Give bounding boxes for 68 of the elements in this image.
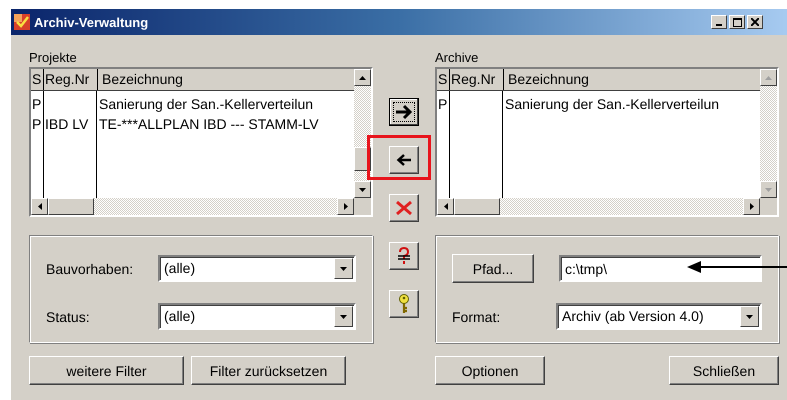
table-cell-text: P (31, 95, 42, 114)
move-right-button[interactable] (389, 98, 419, 126)
scroll-left-button[interactable] (31, 198, 48, 215)
arrow-right-icon (393, 102, 415, 122)
scroll-right-button[interactable] (743, 198, 760, 215)
triangle-up-icon (358, 74, 367, 80)
triangle-left-icon (36, 202, 42, 211)
dropdown[interactable]: Archiv (ab Version 4.0) (556, 303, 762, 330)
scroll-thumb[interactable] (48, 198, 94, 215)
maximize-icon (732, 18, 742, 26)
table-cell-text: IBD LV (44, 115, 90, 134)
path-button[interactable]: Pfad... (452, 254, 534, 283)
scroll-right-button[interactable] (337, 198, 354, 215)
field-label: Status: (46, 308, 91, 324)
list-label: Archive (435, 49, 480, 66)
column-header[interactable]: Reg.Nr (44, 69, 98, 90)
maximize-button[interactable] (729, 15, 745, 29)
scrollbar-corner (354, 198, 371, 215)
field-label: Format: (452, 308, 502, 324)
scroll-up-button[interactable] (354, 69, 371, 86)
dropdown-arrow-icon (339, 266, 348, 272)
triangle-left-icon (442, 202, 448, 211)
reset-filter-button[interactable]: Filter zurücksetzen (191, 356, 346, 385)
scrollbar-corner (760, 198, 777, 215)
key-button[interactable] (389, 290, 419, 318)
column-header[interactable]: S (31, 69, 44, 90)
app-icon (14, 14, 30, 30)
dropdown-arrow-icon (339, 314, 348, 320)
scroll-down-button[interactable] (354, 181, 371, 198)
path-field[interactable]: c:\tmp\ (559, 255, 762, 282)
strikethrough-question-icon (397, 247, 411, 265)
key-icon (398, 294, 410, 314)
table-cell-text: Sanierung der San.-Kellerverteilun (504, 95, 720, 114)
minimize-button[interactable] (711, 15, 727, 29)
dropdown[interactable]: (alle) (158, 255, 356, 282)
triangle-up-icon (764, 74, 773, 80)
triangle-down-icon (764, 186, 773, 192)
close-button[interactable] (747, 15, 763, 29)
table-cell-text: P (437, 95, 448, 114)
dropdown[interactable]: (alle) (158, 303, 356, 330)
strike-button[interactable] (389, 242, 419, 270)
triangle-down-icon (358, 186, 367, 192)
triangle-right-icon (342, 202, 348, 211)
field-label: Bauvorhaben: (46, 260, 134, 276)
close-icon (751, 18, 759, 26)
table-cell-text: P (31, 115, 42, 134)
list-label: Projekte (29, 49, 78, 66)
dropdown-arrow-icon (745, 314, 754, 320)
horizontal-scrollbar[interactable] (437, 198, 760, 215)
column-header[interactable]: Bezeichnung (504, 69, 760, 90)
scroll-thumb[interactable] (454, 198, 500, 215)
scroll-left-button[interactable] (437, 198, 454, 215)
options-button[interactable]: Optionen (435, 356, 545, 385)
close-dialog-button[interactable]: Schließen (669, 356, 779, 385)
move-left-button[interactable] (389, 146, 419, 174)
horizontal-scrollbar[interactable] (31, 198, 354, 215)
column-header[interactable]: Bezeichnung (98, 69, 354, 90)
table-cell-text: Sanierung der San.-Kellerverteilun (98, 95, 314, 114)
arrow-left-icon (396, 153, 412, 167)
more-filters-button[interactable]: weitere Filter (29, 356, 184, 385)
table-cell-text: TE-***ALLPLAN IBD --- STAMM-LV (98, 115, 320, 134)
vertical-scrollbar[interactable] (354, 69, 371, 198)
delete-icon (395, 200, 413, 216)
delete-button[interactable] (389, 194, 419, 222)
triangle-right-icon (748, 202, 754, 211)
column-header[interactable]: Reg.Nr (450, 69, 504, 90)
window-title: Archiv-Verwaltung (34, 14, 150, 30)
column-header[interactable]: S (437, 69, 450, 90)
